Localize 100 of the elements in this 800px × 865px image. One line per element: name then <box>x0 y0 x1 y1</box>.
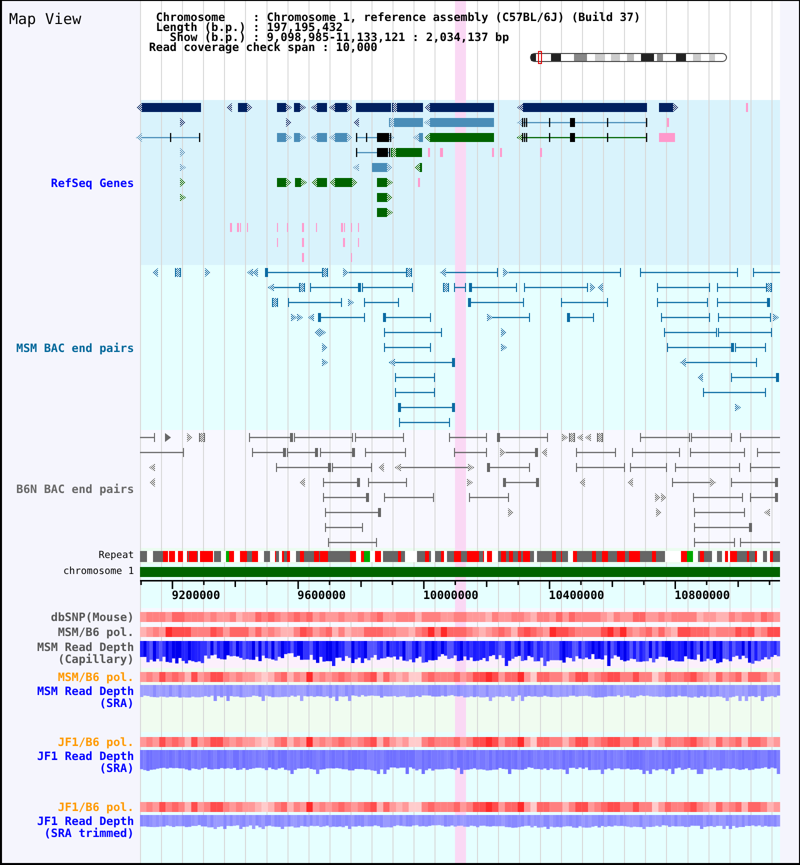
bac-end-pair <box>343 268 412 277</box>
bac-end-pair <box>718 313 771 322</box>
bac-end-pair <box>325 523 363 532</box>
feature-tick <box>351 223 352 232</box>
bac-end-pair <box>718 328 772 337</box>
bac-end-marker <box>378 463 384 472</box>
bac-end-pair <box>140 448 184 457</box>
page-title: Map View <box>9 10 82 28</box>
bac-end-pair <box>323 493 369 502</box>
bac-end-pair <box>757 448 780 457</box>
gene-model <box>377 178 393 187</box>
bac-end-marker <box>585 433 591 442</box>
gene-model <box>329 103 353 112</box>
feature-tick <box>440 148 443 157</box>
gene-model <box>238 103 253 112</box>
bac-end-pair <box>675 463 740 472</box>
feature-tick <box>287 223 288 232</box>
bac-end-pair <box>657 283 710 292</box>
bac-end-pair <box>640 433 690 442</box>
bac-end-pair <box>503 478 539 487</box>
bac-end-pair <box>384 328 442 337</box>
feature-tick <box>302 223 304 232</box>
bac-end-marker <box>149 463 155 472</box>
bac-end-pair <box>399 418 450 427</box>
bac-end-marker <box>501 328 507 337</box>
bac-end-pair <box>469 283 517 292</box>
bac-end-pair <box>440 268 498 277</box>
track-label: Repeat <box>98 550 134 562</box>
bac-end-pair <box>287 448 318 457</box>
bac-end-marker <box>443 283 449 292</box>
bac-end-marker <box>348 298 354 307</box>
bac-end-marker <box>697 373 703 382</box>
bac-end-pair <box>249 433 293 442</box>
bac-end-pair <box>389 358 455 367</box>
feature-tick <box>358 223 359 232</box>
feature-tick <box>302 238 304 247</box>
bac-end-pair <box>398 403 455 412</box>
bac-end-marker <box>272 298 278 307</box>
bac-end-pair <box>664 328 717 337</box>
bac-end-marker <box>175 268 181 277</box>
gene-model <box>294 133 306 142</box>
bac-end-pair <box>325 508 381 517</box>
feature-tick <box>351 253 352 262</box>
bac-end-pair <box>703 388 766 397</box>
track-label: MSM BAC end pairs <box>16 342 134 354</box>
bac-end-marker <box>764 508 770 517</box>
bac-end-marker <box>577 433 583 442</box>
feature-tick <box>277 238 278 247</box>
gene-model <box>377 208 393 217</box>
track-label: chromosome 1 <box>63 566 134 578</box>
feature-tick <box>343 238 345 247</box>
track-label: JF1 Read Depth (SRA trimmed) <box>36 815 134 839</box>
feature-tick <box>500 148 502 157</box>
gene-model <box>353 163 359 172</box>
info-line: Read coverage check span : 10,000 <box>149 42 378 52</box>
bac-end-marker <box>597 433 603 442</box>
gene-model <box>295 178 307 187</box>
bac-end-pair <box>657 298 708 307</box>
bac-end-pair <box>332 463 372 472</box>
bac-end-marker <box>508 508 514 517</box>
gene-model <box>277 178 292 187</box>
bac-end-pair <box>454 448 487 457</box>
bac-end-pair <box>320 448 355 457</box>
bac-end-marker <box>205 268 211 277</box>
bac-end-marker <box>541 448 547 457</box>
bac-end-marker <box>322 343 328 352</box>
track-label: MSM Read Depth (Capillary) <box>36 641 134 665</box>
bac-end-pair <box>694 508 745 517</box>
gene-model <box>277 103 292 112</box>
bac-end-pair <box>630 463 667 472</box>
bac-end-pair <box>690 448 745 457</box>
feature-tick <box>358 238 359 247</box>
gene-model <box>391 148 422 157</box>
track-label: JF1 Read Depth (SRA) <box>36 750 134 774</box>
bac-end-pair <box>740 538 780 547</box>
gene-model <box>136 103 201 112</box>
bac-end-pair <box>310 283 361 292</box>
track-label: MSM Read Depth (SRA) <box>36 685 134 709</box>
gene-model <box>377 193 393 202</box>
bac-end-pair <box>691 433 732 442</box>
gene-model <box>286 118 292 127</box>
feature-tick <box>316 223 317 232</box>
bac-end-marker <box>149 478 155 487</box>
bac-end-marker <box>656 508 662 517</box>
bac-end-pair <box>487 313 530 322</box>
bac-end-pair <box>328 538 377 547</box>
bac-end-marker <box>165 433 171 442</box>
bac-end-pair <box>632 448 680 457</box>
bac-end-pair <box>524 283 588 292</box>
bac-end-marker <box>199 433 205 442</box>
info-line: Chromosome : Chromosome 1, reference assembly (C57BL/6J) (Build 37) <box>156 12 641 22</box>
feature-tick <box>230 223 232 232</box>
info-line: Show (b.p.) : 9,098,985-11,133,121 : 2,034,137 bp <box>170 32 510 42</box>
bac-end-marker <box>773 313 779 322</box>
bac-end-marker <box>308 313 314 322</box>
bac-end-pair <box>567 313 594 322</box>
bac-end-marker <box>735 403 741 412</box>
bac-end-marker <box>627 478 633 487</box>
bac-end-pair <box>368 478 407 487</box>
track-label: MSM/B6 pol. <box>58 627 134 637</box>
